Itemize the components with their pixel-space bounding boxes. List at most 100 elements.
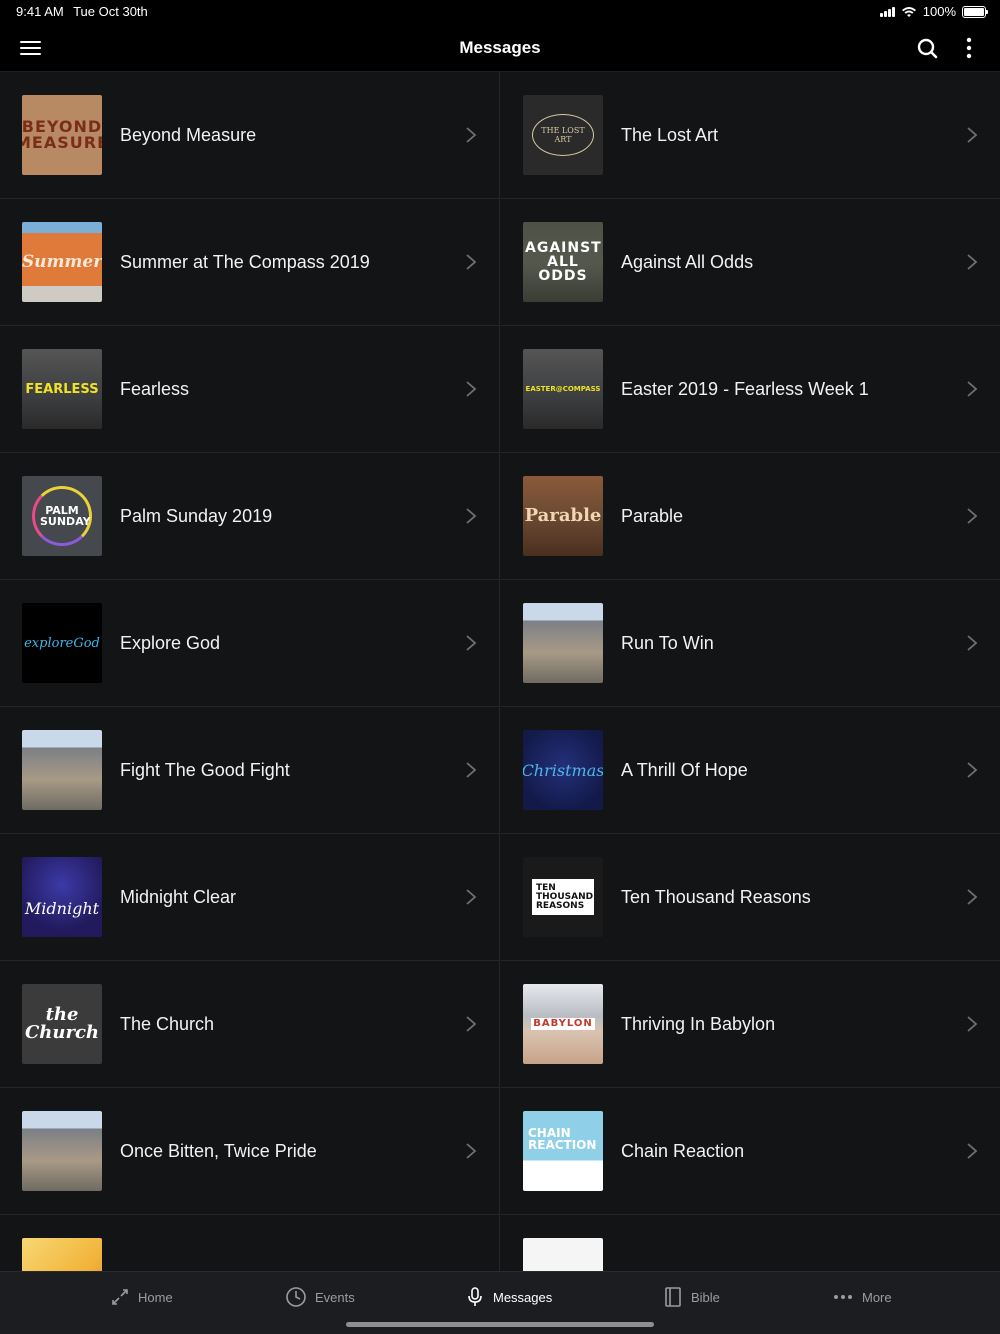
series-thumbnail: the Church	[22, 984, 102, 1064]
series-title: Explore God	[120, 633, 221, 653]
series-thumbnail: Midnight	[22, 857, 102, 937]
series-item[interactable]: AGAINST ALL ODDS Against All Odds	[501, 199, 1000, 326]
thumbnail-text: the Church	[24, 1004, 100, 1043]
page-title: Messages	[459, 38, 541, 57]
series-title: Ten Thousand Reasons	[621, 887, 811, 907]
status-date: Tue Oct 30th	[73, 4, 148, 19]
series-item[interactable]: BABYLON Thriving In Babylon	[501, 961, 1000, 1088]
status-right: 100%	[879, 4, 988, 19]
series-thumbnail	[22, 1111, 102, 1191]
series-item[interactable]: Summer Summer at The Compass 2019	[0, 199, 499, 326]
thumbnail-text: PALM SUNDAY	[40, 504, 91, 528]
more-dots-icon	[834, 1295, 852, 1299]
series-item[interactable]: THE LOST ART The Lost Art	[501, 72, 1000, 199]
chevron-right-icon	[967, 762, 978, 778]
thumbnail-text: BEYOND MEASURE	[22, 117, 102, 152]
chevron-right-icon	[466, 508, 477, 524]
series-item[interactable]: Parable Parable	[501, 453, 1000, 580]
wifi-icon	[901, 6, 916, 17]
microphone-icon	[468, 1287, 482, 1306]
series-title: Palm Sunday 2019	[120, 506, 273, 526]
thumbnail-text: Summer	[22, 251, 102, 272]
status-time: 9:41 AM	[16, 4, 64, 19]
series-thumbnail: Parable	[523, 476, 603, 556]
series-thumbnail: Summer	[22, 222, 102, 302]
series-title: A Thrill Of Hope	[621, 760, 748, 780]
series-title: Summer at The Compass 2019	[120, 252, 370, 272]
tab-label: Bible	[691, 1289, 720, 1305]
series-item[interactable]: EASTER@COMPASS Easter 2019 - Fearless We…	[501, 326, 1000, 453]
series-item[interactable]: exploreGod Explore God	[0, 580, 499, 707]
tab-more[interactable]: More	[832, 1284, 892, 1310]
tab-messages[interactable]: Messages	[465, 1284, 552, 1310]
series-thumbnail: FEARLESS	[22, 349, 102, 429]
search-icon	[917, 38, 938, 59]
chevron-right-icon	[466, 1143, 477, 1159]
series-title: Beyond Measure	[120, 125, 257, 145]
series-thumbnail: BABYLON	[523, 984, 603, 1064]
series-item[interactable]: Christmas A Thrill Of Hope	[501, 707, 1000, 834]
thumbnail-text: CHAIN REACTION	[528, 1126, 597, 1152]
series-title: Against All Odds	[621, 252, 754, 272]
chevron-right-icon	[466, 889, 477, 905]
chevron-right-icon	[967, 381, 978, 397]
series-item[interactable]: the Church The Church	[0, 961, 499, 1088]
series-item[interactable]: Fight The Good Fight	[0, 707, 499, 834]
series-thumbnail: THE LOST ART	[523, 95, 603, 175]
series-item[interactable]: Once Bitten, Twice Pride	[0, 1088, 499, 1215]
series-item[interactable]	[501, 1215, 1000, 1271]
search-button[interactable]	[914, 34, 942, 62]
series-item[interactable]: Run To Win	[501, 580, 1000, 707]
series-thumbnail	[22, 730, 102, 810]
series-thumbnail: CHAIN REACTION	[523, 1111, 603, 1191]
series-thumbnail: exploreGod	[22, 603, 102, 683]
series-thumbnail	[523, 603, 603, 683]
series-thumbnail: AGAINST ALL ODDS	[523, 222, 603, 302]
tab-events[interactable]: Events	[285, 1284, 355, 1310]
cellular-signal-icon	[879, 6, 895, 17]
series-title: Run To Win	[621, 633, 714, 653]
series-thumbnail: EASTER@COMPASS	[523, 349, 603, 429]
tab-bible[interactable]: Bible	[663, 1284, 720, 1310]
battery-icon	[962, 5, 988, 18]
status-bar: 9:41 AM Tue Oct 30th 100%	[0, 0, 1000, 24]
chevron-right-icon	[967, 127, 978, 143]
series-thumbnail: Christmas	[523, 730, 603, 810]
series-item[interactable]	[0, 1215, 499, 1271]
tab-label: Messages	[493, 1289, 553, 1305]
vertical-ellipsis-icon	[966, 37, 972, 59]
series-item[interactable]: TEN THOUSAND REASONS Ten Thousand Reason…	[501, 834, 1000, 961]
thumbnail-text: Midnight	[24, 898, 100, 918]
home-indicator[interactable]	[346, 1322, 654, 1327]
chevron-right-icon	[466, 1016, 477, 1032]
thumbnail-text: exploreGod	[24, 635, 100, 651]
series-title: Easter 2019 - Fearless Week 1	[621, 379, 869, 399]
chevron-right-icon	[967, 1143, 978, 1159]
battery-percent: 100%	[922, 4, 956, 19]
chevron-right-icon	[967, 635, 978, 651]
chevron-right-icon	[967, 1016, 978, 1032]
series-title: Once Bitten, Twice Pride	[120, 1141, 317, 1161]
home-arrows-icon	[112, 1289, 128, 1305]
tab-label: Events	[315, 1289, 355, 1305]
series-title: The Lost Art	[621, 125, 719, 145]
series-item[interactable]: BEYOND MEASURE Beyond Measure	[0, 72, 499, 199]
series-title: The Church	[120, 1014, 215, 1034]
series-thumbnail	[22, 1238, 102, 1271]
status-left: 9:41 AM Tue Oct 30th	[16, 4, 154, 19]
series-item[interactable]: PALM SUNDAY Palm Sunday 2019	[0, 453, 499, 580]
chevron-right-icon	[967, 889, 978, 905]
tab-home[interactable]: Home	[110, 1284, 173, 1310]
chevron-right-icon	[466, 381, 477, 397]
thumbnail-text: FEARLESS	[25, 381, 99, 397]
more-options-button[interactable]	[955, 34, 983, 62]
thumbnail-text: AGAINST ALL ODDS	[525, 240, 602, 284]
series-item[interactable]: CHAIN REACTION Chain Reaction	[501, 1088, 1000, 1215]
series-thumbnail: TEN THOUSAND REASONS	[523, 857, 603, 937]
series-item[interactable]: Midnight Midnight Clear	[0, 834, 499, 961]
thumbnail-text: Christmas	[523, 760, 603, 780]
series-thumbnail: BEYOND MEASURE	[22, 95, 102, 175]
navigation-bar: Messages	[0, 24, 1000, 72]
series-item[interactable]: FEARLESS Fearless	[0, 326, 499, 453]
series-column-left: BEYOND MEASURE Beyond Measure Summer Sum…	[0, 72, 500, 1271]
